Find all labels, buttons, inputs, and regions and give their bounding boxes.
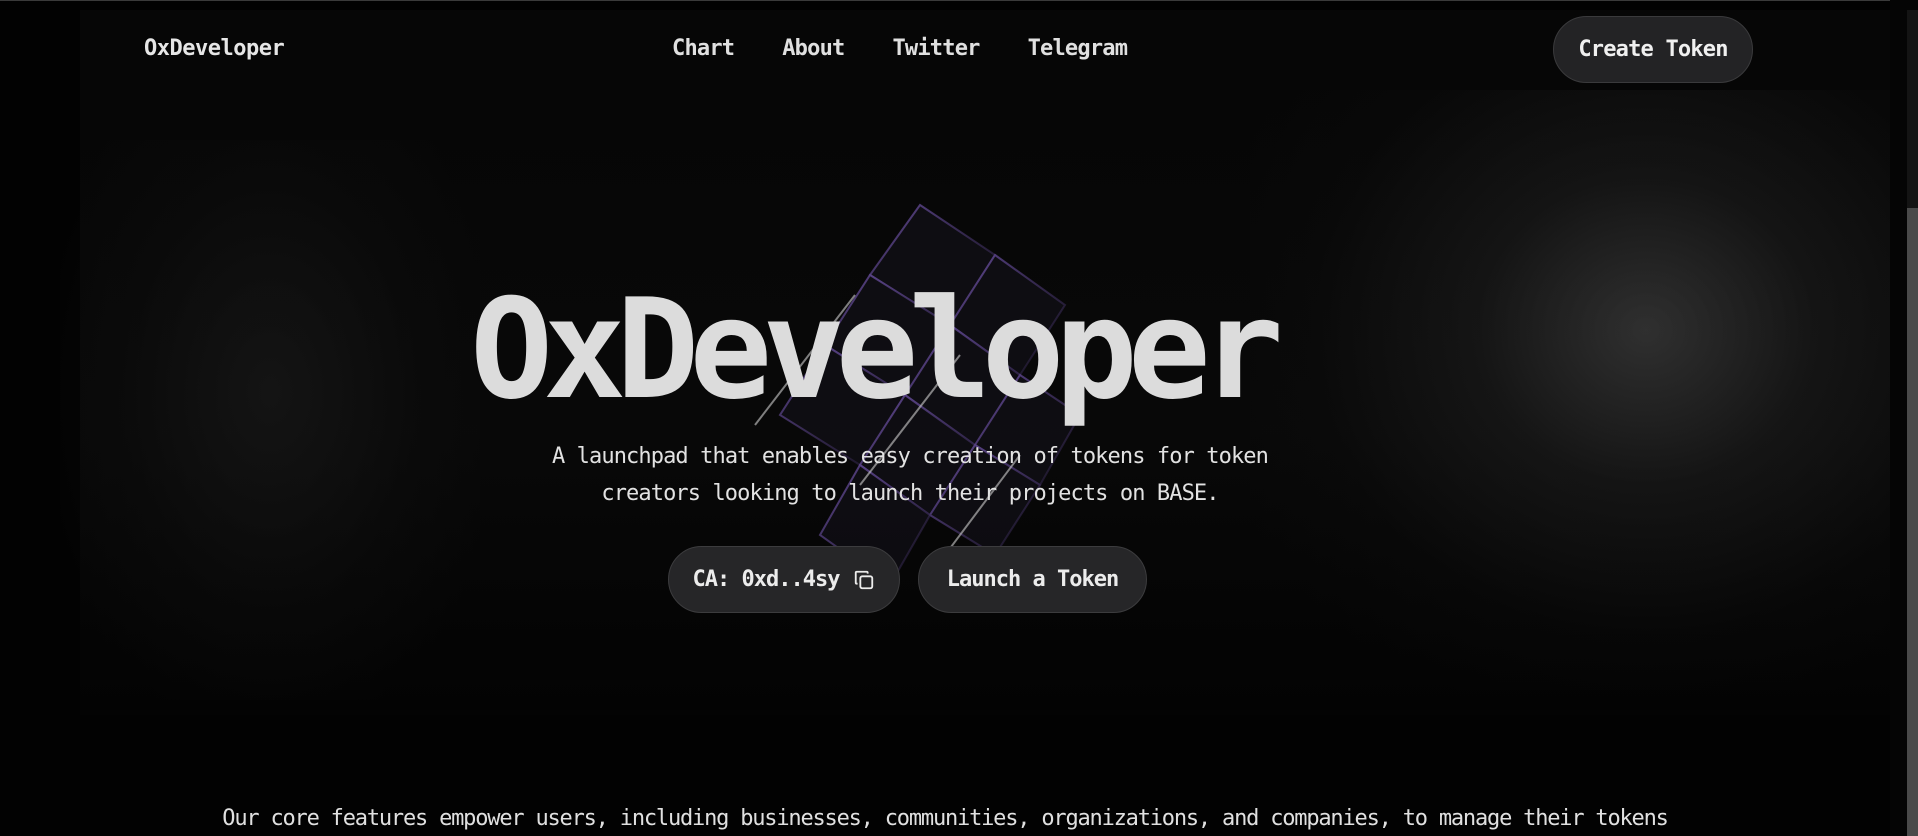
hero-subtitle: A launchpad that enables easy creation o…	[490, 438, 1330, 512]
contract-address-button[interactable]: CA: 0xd..4sy	[668, 546, 900, 613]
nav-link-about[interactable]: About	[782, 36, 845, 61]
hero-subtitle-line-1: A launchpad that enables easy creation o…	[551, 444, 1269, 469]
create-token-button[interactable]: Create Token	[1553, 16, 1753, 83]
features-intro-text: Our core features empower users, includi…	[222, 806, 1669, 831]
launch-token-button[interactable]: Launch a Token	[918, 546, 1147, 613]
window-top-border	[0, 0, 1918, 1]
scrollbar-thumb[interactable]	[1907, 208, 1918, 836]
hero-title: OxDeveloper	[470, 269, 1284, 430]
brand-logo[interactable]: OxDeveloper	[144, 36, 285, 61]
nav-link-twitter[interactable]: Twitter	[892, 36, 980, 61]
header: OxDeveloper Chart About Twitter Telegram…	[0, 0, 1890, 100]
page: OxDeveloper Chart About Twitter Telegram…	[0, 0, 1890, 836]
main-nav: Chart About Twitter Telegram	[672, 36, 1175, 61]
left-glow	[60, 140, 480, 700]
nav-link-telegram[interactable]: Telegram	[1028, 36, 1128, 61]
nav-link-chart[interactable]: Chart	[672, 36, 735, 61]
hero-subtitle-line-2: creators looking to launch their project…	[601, 481, 1219, 506]
copy-icon[interactable]	[853, 569, 875, 591]
contract-address-label: CA: 0xd..4sy	[692, 567, 841, 592]
